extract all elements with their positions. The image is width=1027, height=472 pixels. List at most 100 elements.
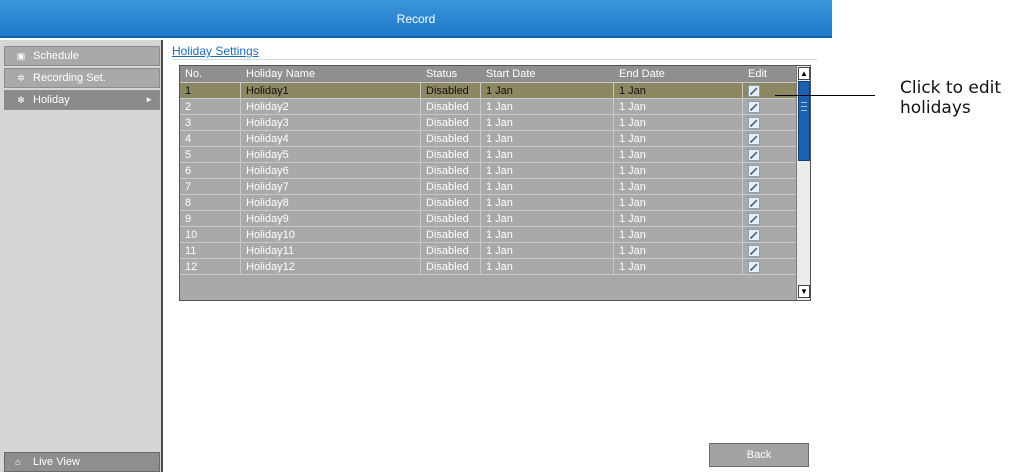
column-separator	[420, 211, 421, 227]
holiday-number: 8	[185, 197, 192, 209]
callout-line-1: Click to edit	[900, 78, 1002, 98]
column-separator	[480, 83, 481, 99]
edit-pencil-icon[interactable]	[748, 101, 760, 116]
edit-pencil-icon[interactable]	[748, 165, 760, 180]
table-row[interactable]: 4 Holiday4 Disabled 1 Jan 1 Jan	[180, 131, 797, 147]
column-separator	[742, 259, 743, 275]
edit-pencil-icon[interactable]	[748, 261, 760, 276]
window-title: Record	[0, 0, 832, 38]
edit-pencil-icon[interactable]	[748, 133, 760, 148]
table-row[interactable]: 10 Holiday10 Disabled 1 Jan 1 Jan	[180, 227, 797, 243]
table-row[interactable]: 12 Holiday12 Disabled 1 Jan 1 Jan	[180, 259, 797, 275]
table-row[interactable]: 2 Holiday2 Disabled 1 Jan 1 Jan	[180, 99, 797, 115]
edit-pencil-icon[interactable]	[748, 197, 760, 212]
holiday-start-date: 1 Jan	[486, 197, 513, 209]
holiday-status: Disabled	[426, 85, 469, 97]
table-row[interactable]: 5 Holiday5 Disabled 1 Jan 1 Jan	[180, 147, 797, 163]
live-view-button[interactable]: ⌂ Live View	[4, 452, 160, 472]
callout-line-2: holidays	[900, 98, 971, 118]
column-separator	[240, 195, 241, 211]
column-separator	[742, 163, 743, 179]
holiday-status: Disabled	[426, 197, 469, 209]
scroll-down-button[interactable]: ▼	[798, 285, 810, 298]
sidebar-item-recording-settings[interactable]: ✲ Recording Set.	[4, 68, 160, 88]
table-row[interactable]: 9 Holiday9 Disabled 1 Jan 1 Jan	[180, 211, 797, 227]
holiday-end-date: 1 Jan	[619, 213, 646, 225]
holiday-name: Holiday11	[246, 245, 295, 257]
holiday-start-date: 1 Jan	[486, 213, 513, 225]
holiday-end-date: 1 Jan	[619, 165, 646, 177]
column-separator	[480, 243, 481, 259]
home-icon: ⌂	[15, 457, 22, 468]
holiday-number: 6	[185, 165, 192, 177]
column-separator	[240, 83, 241, 99]
column-header: Edit	[748, 68, 767, 80]
holiday-name: Holiday10	[246, 229, 295, 241]
holiday-start-date: 1 Jan	[486, 181, 513, 193]
column-header: Start Date	[486, 68, 536, 80]
scroll-up-button[interactable]: ▲	[798, 67, 810, 80]
edit-pencil-icon[interactable]	[748, 85, 760, 100]
column-separator	[240, 227, 241, 243]
column-separator	[420, 227, 421, 243]
table-scrollbar[interactable]: ▲ ▼	[796, 66, 810, 300]
holiday-start-date: 1 Jan	[486, 229, 513, 241]
edit-pencil-icon[interactable]	[748, 245, 760, 260]
gear-icon: ✲	[17, 73, 25, 83]
column-separator	[480, 195, 481, 211]
holiday-start-date: 1 Jan	[486, 245, 513, 257]
holiday-status: Disabled	[426, 213, 469, 225]
holiday-table: No. Holiday Name Status Start Date End D…	[179, 65, 811, 301]
column-separator	[420, 99, 421, 115]
column-separator	[420, 131, 421, 147]
table-header: No. Holiday Name Status Start Date End D…	[180, 66, 797, 83]
edit-pencil-icon[interactable]	[748, 117, 760, 132]
sidebar-item-holiday[interactable]: ✻ Holiday ►	[4, 90, 160, 110]
main-panel: Holiday Settings No. Holiday Name Status…	[165, 40, 832, 472]
table-row[interactable]: 8 Holiday8 Disabled 1 Jan 1 Jan	[180, 195, 797, 211]
edit-pencil-icon[interactable]	[748, 181, 760, 196]
holiday-name: Holiday1	[246, 85, 289, 97]
column-separator	[613, 243, 614, 259]
column-separator	[420, 259, 421, 275]
holiday-end-date: 1 Jan	[619, 245, 646, 257]
holiday-end-date: 1 Jan	[619, 117, 646, 129]
back-button[interactable]: Back	[709, 443, 809, 467]
scroll-thumb[interactable]	[798, 81, 810, 161]
column-separator	[480, 211, 481, 227]
column-separator	[480, 99, 481, 115]
table-row[interactable]: 11 Holiday11 Disabled 1 Jan 1 Jan	[180, 243, 797, 259]
column-separator	[742, 147, 743, 163]
column-separator	[613, 163, 614, 179]
sidebar-item-schedule[interactable]: ▣ Schedule	[4, 46, 160, 66]
column-separator	[420, 83, 421, 99]
edit-pencil-icon[interactable]	[748, 213, 760, 228]
table-row[interactable]: 1 Holiday1 Disabled 1 Jan 1 Jan	[180, 83, 797, 99]
holiday-status: Disabled	[426, 229, 469, 241]
holiday-name: Holiday6	[246, 165, 289, 177]
table-row[interactable]: 6 Holiday6 Disabled 1 Jan 1 Jan	[180, 163, 797, 179]
column-separator	[613, 179, 614, 195]
column-separator	[240, 99, 241, 115]
column-separator	[240, 243, 241, 259]
holiday-number: 11	[185, 245, 197, 257]
holiday-number: 5	[185, 149, 192, 161]
column-separator	[742, 83, 743, 99]
holiday-status: Disabled	[426, 117, 469, 129]
holiday-end-date: 1 Jan	[619, 197, 646, 209]
column-separator	[613, 131, 614, 147]
holiday-status: Disabled	[426, 261, 469, 273]
holiday-number: 7	[185, 181, 192, 193]
holiday-number: 1	[185, 85, 192, 97]
table-row[interactable]: 3 Holiday3 Disabled 1 Jan 1 Jan	[180, 115, 797, 131]
edit-pencil-icon[interactable]	[748, 149, 760, 164]
holiday-status: Disabled	[426, 149, 469, 161]
holiday-number: 9	[185, 213, 192, 225]
holiday-grid: No. Holiday Name Status Start Date End D…	[180, 66, 797, 300]
table-row[interactable]: 7 Holiday7 Disabled 1 Jan 1 Jan	[180, 179, 797, 195]
edit-pencil-icon[interactable]	[748, 229, 760, 244]
column-separator	[240, 179, 241, 195]
holiday-status: Disabled	[426, 133, 469, 145]
column-separator	[742, 99, 743, 115]
column-separator	[613, 99, 614, 115]
